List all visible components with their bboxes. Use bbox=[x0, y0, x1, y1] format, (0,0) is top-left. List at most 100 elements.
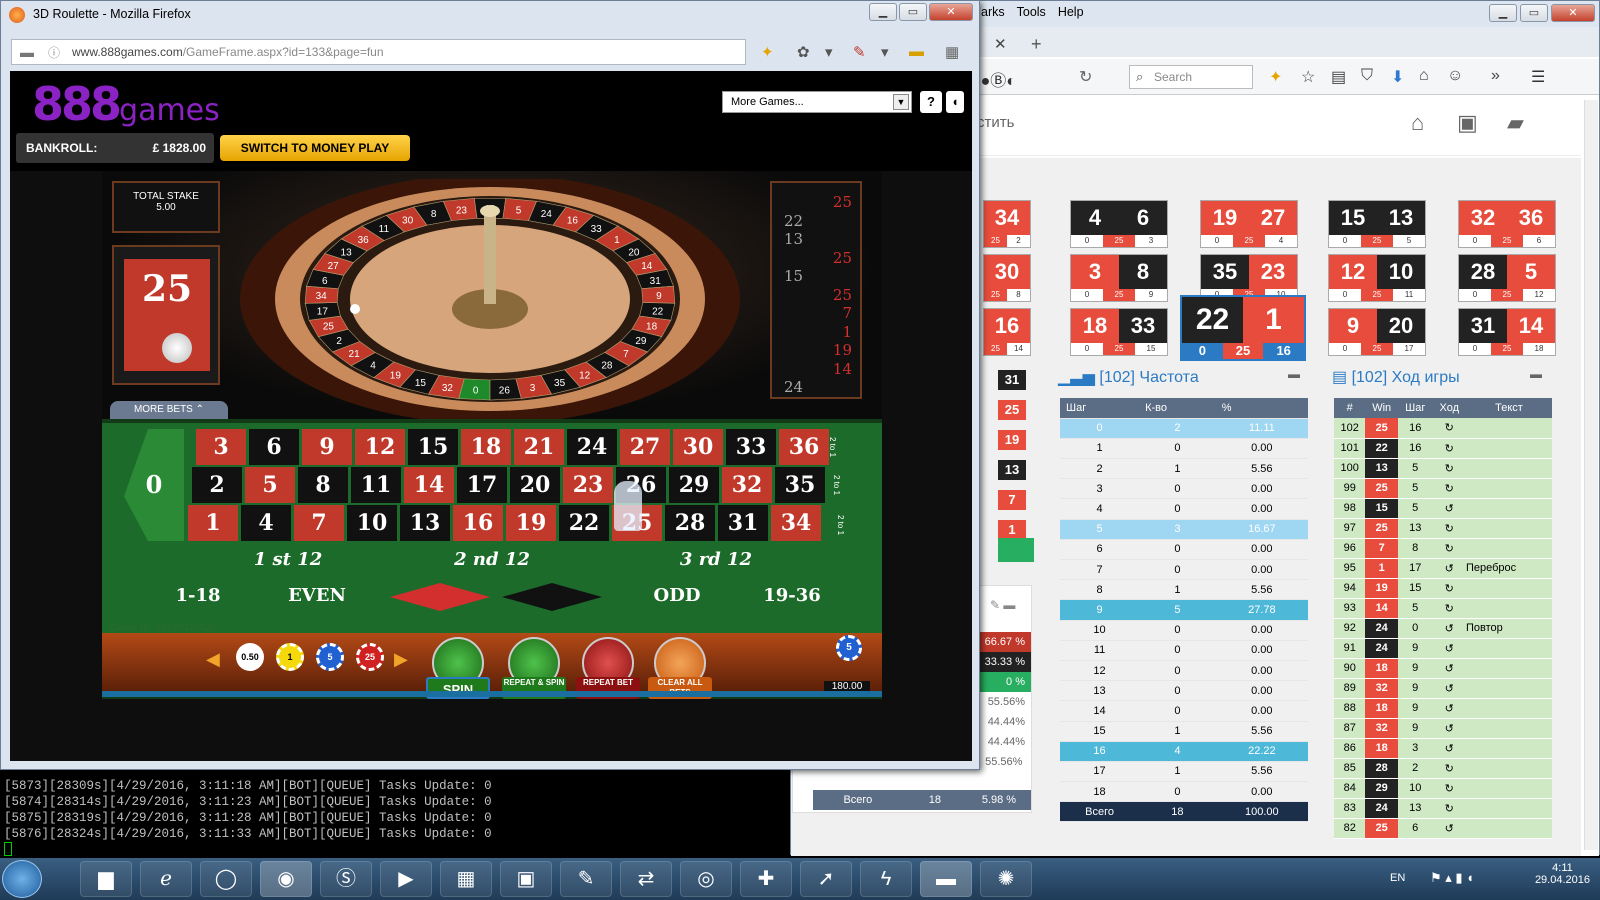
new-tab-icon[interactable]: + bbox=[1031, 34, 1042, 55]
maximize-button[interactable]: ▭ bbox=[1520, 4, 1548, 22]
lightning-icon[interactable]: ϟ bbox=[860, 861, 912, 897]
chip-prev-arrow-icon[interactable]: ◀ bbox=[206, 649, 220, 670]
calculator-icon[interactable]: ▦ bbox=[440, 861, 492, 897]
dozen-2[interactable]: 2 nd 12 bbox=[392, 545, 592, 575]
collapse-icon[interactable]: ▬ bbox=[1530, 367, 1542, 381]
start-button[interactable] bbox=[2, 860, 42, 898]
bet-odd[interactable]: ODD bbox=[622, 581, 732, 611]
app-colorful-icon[interactable]: ✚ bbox=[740, 861, 792, 897]
number-cell[interactable]: 11 bbox=[351, 467, 401, 503]
hist-move-icon[interactable]: ↺ bbox=[1432, 638, 1466, 659]
number-cell[interactable]: 6 bbox=[249, 429, 299, 465]
number-cell[interactable]: 14 bbox=[404, 467, 454, 503]
close-button[interactable]: ✕ bbox=[929, 3, 973, 21]
reload-icon[interactable]: ↻ bbox=[1079, 67, 1092, 87]
extension-icon[interactable]: ✦ bbox=[1269, 67, 1282, 87]
pencil-icon[interactable]: ✎ ▬ bbox=[990, 598, 1015, 612]
close-button[interactable]: ✕ bbox=[1551, 4, 1595, 22]
media-player-icon[interactable]: ▶ bbox=[380, 861, 432, 897]
number-cell[interactable]: 5 bbox=[245, 467, 295, 503]
menu-tools[interactable]: Tools bbox=[1017, 5, 1046, 19]
hist-move-icon[interactable]: ↻ bbox=[1432, 518, 1466, 539]
column-bet-2[interactable]: 2 to 1 bbox=[818, 467, 842, 503]
number-cell[interactable]: 15 bbox=[408, 429, 458, 465]
plugin-icon[interactable]: ✿ bbox=[797, 43, 810, 61]
clock[interactable]: 4:11 29.04.2016 bbox=[1535, 862, 1590, 886]
url-bar[interactable]: ▬ ⓘ www.888games.com/GameFrame.aspx?id=1… bbox=[11, 39, 746, 65]
dropdown-icon[interactable]: ▾ bbox=[825, 43, 833, 61]
bet-19-36[interactable]: 19-36 bbox=[742, 581, 842, 611]
number-cell[interactable]: 34 bbox=[771, 505, 821, 541]
menu-help[interactable]: Help bbox=[1058, 5, 1084, 19]
dozen-1[interactable]: 1 st 12 bbox=[188, 545, 388, 575]
search-input[interactable]: ⌕ Search bbox=[1129, 65, 1253, 89]
more-games-select[interactable]: More Games... ▼ bbox=[722, 91, 912, 113]
home-icon[interactable]: ⌂ bbox=[1411, 110, 1424, 136]
tools-icon[interactable]: ▦ bbox=[945, 43, 959, 61]
hist-move-icon[interactable]: ↻ bbox=[1432, 798, 1466, 819]
tab-close-icon[interactable]: ✕ bbox=[994, 35, 1007, 53]
number-cell[interactable]: 1 bbox=[188, 505, 238, 541]
switch-money-play-button[interactable]: SWITCH TO MONEY PLAY bbox=[220, 135, 410, 161]
network-icon[interactable]: ⇄ bbox=[620, 861, 672, 897]
dozen-3[interactable]: 3 rd 12 bbox=[616, 545, 816, 575]
language-indicator[interactable]: EN bbox=[1390, 872, 1405, 884]
number-cell[interactable]: 23 bbox=[563, 467, 613, 503]
chip-next-arrow-icon[interactable]: ▶ bbox=[394, 649, 408, 670]
help-button[interactable]: ? bbox=[920, 91, 942, 113]
extension-icon[interactable]: ✦ bbox=[761, 43, 774, 61]
explorer-icon[interactable]: ▆ bbox=[80, 861, 132, 897]
hamburger-menu-icon[interactable]: ☰ bbox=[1531, 67, 1545, 87]
hist-move-icon[interactable]: ↻ bbox=[1432, 478, 1466, 499]
bookmark-star-icon[interactable]: ☆ bbox=[1301, 67, 1315, 87]
number-cell[interactable]: 16 bbox=[453, 505, 503, 541]
overflow-icon[interactable]: » bbox=[1491, 67, 1500, 85]
number-cell[interactable]: 18 bbox=[461, 429, 511, 465]
hist-move-icon[interactable]: ↻ bbox=[1432, 458, 1466, 479]
library-icon[interactable]: ▤ bbox=[1331, 67, 1346, 87]
firefox-icon[interactable]: ◉ bbox=[260, 861, 312, 897]
hist-move-icon[interactable]: ↺ bbox=[1432, 698, 1466, 719]
hist-move-icon[interactable]: ↺ bbox=[1432, 618, 1466, 639]
number-cell[interactable]: 8 bbox=[298, 467, 348, 503]
number-cell[interactable]: 24 bbox=[567, 429, 617, 465]
home-icon[interactable]: ⌂ bbox=[1419, 67, 1429, 85]
number-cell[interactable]: 30 bbox=[673, 429, 723, 465]
hist-move-icon[interactable]: ↺ bbox=[1432, 658, 1466, 679]
download-icon[interactable]: ⬇ bbox=[1391, 67, 1404, 87]
tray-icons[interactable]: ⚑ ▴ ▮ ◖ bbox=[1430, 870, 1474, 886]
sound-icon[interactable]: ◖ bbox=[946, 91, 964, 113]
chip-25[interactable]: 25 bbox=[356, 643, 384, 671]
paint-icon[interactable]: ✺ bbox=[980, 861, 1032, 897]
info-icon[interactable]: ⓘ bbox=[48, 44, 60, 61]
badge-icon[interactable]: ▬ bbox=[909, 43, 924, 60]
hist-move-icon[interactable]: ↻ bbox=[1432, 758, 1466, 779]
save-icon[interactable]: ▣ bbox=[1457, 110, 1478, 136]
number-cell[interactable]: 3 bbox=[196, 429, 246, 465]
number-cell[interactable]: 33 bbox=[726, 429, 776, 465]
opera-icon[interactable]: ◯ bbox=[200, 861, 252, 897]
hist-move-icon[interactable]: ↺ bbox=[1432, 558, 1466, 579]
number-cell[interactable]: 10 bbox=[347, 505, 397, 541]
number-cell[interactable]: 7 bbox=[294, 505, 344, 541]
number-cell[interactable]: 13 bbox=[400, 505, 450, 541]
chat-icon[interactable]: ☺ bbox=[1447, 67, 1463, 85]
number-cell[interactable]: 31 bbox=[718, 505, 768, 541]
number-cell[interactable]: 17 bbox=[457, 467, 507, 503]
minimize-button[interactable]: ▁ bbox=[1489, 4, 1517, 22]
ie-icon[interactable]: ℯ bbox=[140, 861, 192, 897]
number-cell[interactable]: 2 bbox=[192, 467, 242, 503]
vertical-scrollbar[interactable] bbox=[1584, 100, 1598, 850]
chip-050[interactable]: 0.50 bbox=[236, 643, 264, 671]
number-cell[interactable]: 22 bbox=[559, 505, 609, 541]
pocket-icon[interactable]: ⛉ bbox=[1361, 67, 1373, 85]
hist-move-icon[interactable]: ↻ bbox=[1432, 598, 1466, 619]
console-icon[interactable]: ▬ bbox=[920, 861, 972, 897]
hist-move-icon[interactable]: ↻ bbox=[1432, 418, 1466, 439]
floppy-icon[interactable]: ▣ bbox=[500, 861, 552, 897]
number-cell[interactable]: 19 bbox=[506, 505, 556, 541]
bet-even[interactable]: EVEN bbox=[262, 581, 372, 611]
chip-1[interactable]: 1 bbox=[276, 643, 304, 671]
menu-bookmarks[interactable]: arks bbox=[981, 5, 1005, 19]
number-cell[interactable]: 9 bbox=[302, 429, 352, 465]
